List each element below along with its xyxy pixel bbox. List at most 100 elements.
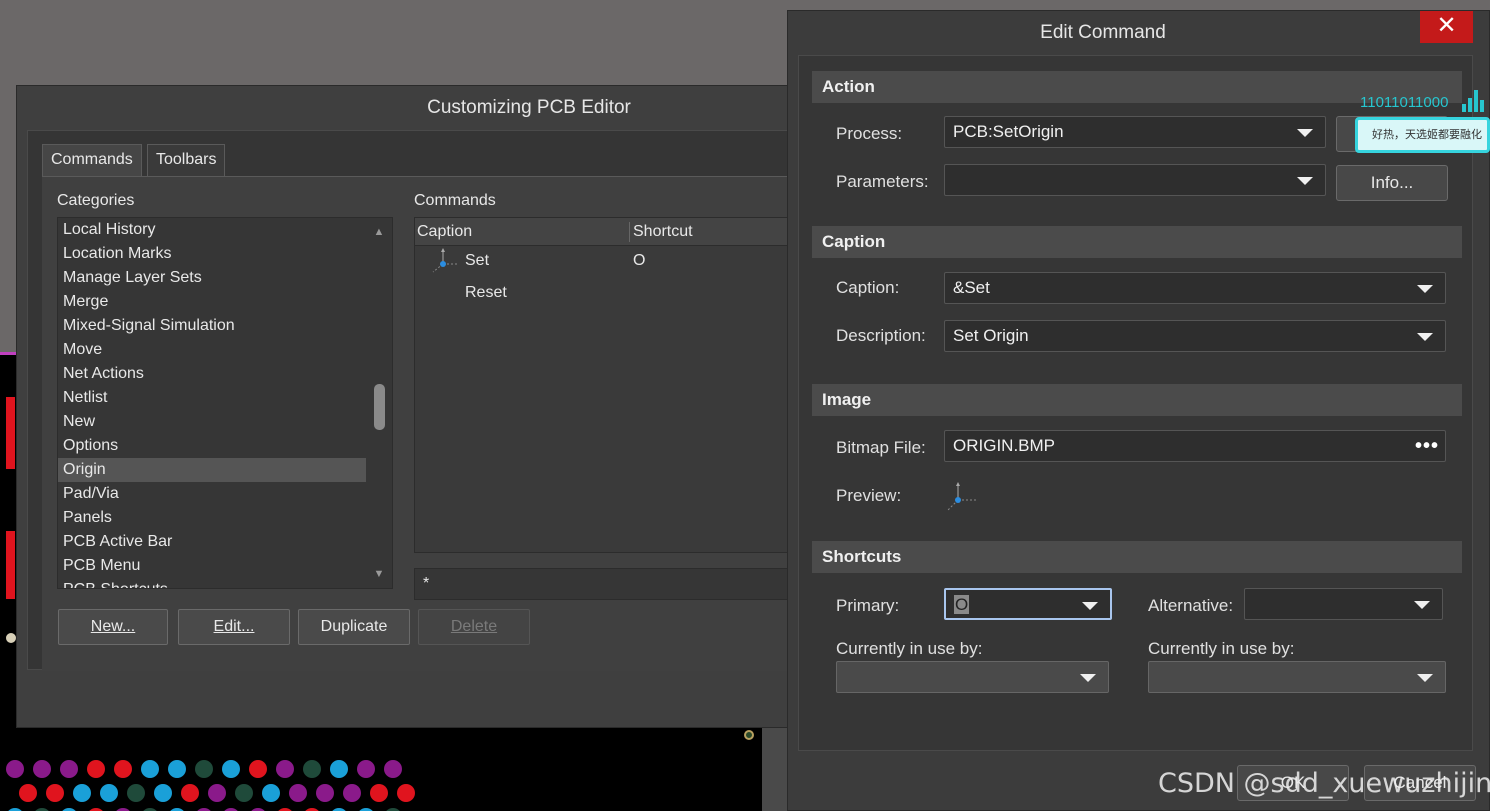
pcb-pad: [316, 784, 334, 802]
new-button[interactable]: New...: [58, 609, 168, 645]
table-header: Caption Shortcut: [415, 218, 790, 246]
pcb-pad: [181, 784, 199, 802]
category-item[interactable]: Mixed-Signal Simulation: [58, 314, 368, 338]
category-item[interactable]: PCB Active Bar: [58, 530, 368, 554]
parameters-label: Parameters:: [836, 172, 929, 191]
parameters-combo[interactable]: [944, 164, 1326, 196]
pcb-pad: [6, 760, 24, 778]
browse-icon[interactable]: •••: [1415, 431, 1439, 461]
category-item[interactable]: Netlist: [58, 386, 368, 410]
in-use-label-alternative: Currently in use by:: [1148, 639, 1295, 658]
category-item[interactable]: Net Actions: [58, 362, 368, 386]
scroll-thumb[interactable]: [374, 384, 385, 430]
in-use-primary-combo[interactable]: [836, 661, 1109, 693]
category-item[interactable]: Location Marks: [58, 242, 368, 266]
close-icon: ✕: [1436, 12, 1457, 39]
chevron-down-icon: [1414, 601, 1430, 609]
dialog-title: Edit Command: [1040, 22, 1166, 43]
pcb-pad: [114, 760, 132, 778]
pcb-pad: [357, 760, 375, 778]
pcb-pad: [249, 760, 267, 778]
dialog-content: Commands Toolbars Categories Commands PC…: [27, 130, 790, 671]
delete-button[interactable]: Delete: [418, 609, 530, 645]
column-shortcut[interactable]: Shortcut: [633, 218, 693, 246]
shortcuts-header: Shortcuts: [812, 541, 1462, 573]
pcb-pad: [397, 784, 415, 802]
pcb-pad: [154, 784, 172, 802]
description-value: Set Origin: [953, 326, 1029, 345]
category-item[interactable]: Manage Layer Sets: [58, 266, 368, 290]
pcb-pad: [370, 784, 388, 802]
category-item[interactable]: Options: [58, 434, 368, 458]
in-use-alternative-combo[interactable]: [1148, 661, 1446, 693]
table-row[interactable]: Set O: [415, 246, 790, 276]
pcb-pad: [127, 784, 145, 802]
tab-commands[interactable]: Commands: [42, 144, 142, 176]
pcb-pad: [222, 760, 240, 778]
pcb-pad: [208, 784, 226, 802]
bitmap-file-input[interactable]: ORIGIN.BMP •••: [944, 430, 1446, 462]
commands-filter-input[interactable]: *: [414, 568, 790, 600]
category-item[interactable]: Move: [58, 338, 368, 362]
pcb-canvas-right-strip: [744, 728, 788, 811]
table-row[interactable]: Reset: [415, 278, 790, 308]
primary-shortcut-combo[interactable]: O: [944, 588, 1112, 620]
category-item[interactable]: Pad/Via: [58, 482, 368, 506]
pcb-pad: [141, 760, 159, 778]
categories-label: Categories: [57, 192, 135, 209]
command-shortcut: O: [633, 252, 646, 269]
info-button[interactable]: Info...: [1336, 165, 1448, 201]
pcb-pad: [330, 760, 348, 778]
close-button[interactable]: ✕: [1420, 11, 1473, 43]
scroll-up-icon[interactable]: ▲: [366, 222, 392, 242]
process-label: Process:: [836, 124, 903, 143]
pcb-pad: [303, 760, 321, 778]
pcb-pad: [276, 760, 294, 778]
caption-combo[interactable]: &Set: [944, 272, 1446, 304]
tab-toolbars[interactable]: Toolbars: [147, 144, 226, 176]
category-item[interactable]: Merge: [58, 290, 368, 314]
chevron-down-icon: [1297, 129, 1313, 137]
image-header: Image: [812, 384, 1462, 416]
chevron-down-icon: [1417, 333, 1433, 341]
duplicate-button[interactable]: Duplicate: [298, 609, 410, 645]
category-item[interactable]: PCB Menu: [58, 554, 368, 578]
chevron-down-icon: [1080, 674, 1096, 682]
edit-command-body: Action Process: PCB:SetOrigin Parameters…: [798, 55, 1473, 751]
preview-label: Preview:: [836, 486, 902, 505]
category-item[interactable]: PCB Shortcuts: [58, 578, 368, 588]
column-caption[interactable]: Caption: [417, 218, 472, 246]
commands-panel: Categories Commands PCB ShortcutsPCB Men…: [42, 176, 790, 671]
pcb-pad: [343, 784, 361, 802]
primary-label: Primary:: [836, 596, 900, 615]
floating-widget[interactable]: 好热，天选姬都要融化了: [1355, 117, 1490, 153]
category-item[interactable]: Panels: [58, 506, 368, 530]
watermark: CSDN @sdd_xuewuzhijing: [1158, 768, 1490, 799]
edit-button[interactable]: Edit...: [178, 609, 290, 645]
pcb-pad: [289, 784, 307, 802]
description-label: Description:: [836, 326, 926, 345]
command-caption: Reset: [465, 284, 507, 301]
origin-icon: [432, 248, 457, 273]
category-item[interactable]: Origin: [58, 458, 368, 482]
origin-preview-icon: [947, 482, 976, 511]
process-combo[interactable]: PCB:SetOrigin: [944, 116, 1326, 148]
chevron-down-icon: [1082, 602, 1098, 610]
category-item[interactable]: New: [58, 410, 368, 434]
categories-list[interactable]: PCB ShortcutsPCB MenuPCB Active BarPanel…: [57, 217, 393, 589]
in-use-label-primary: Currently in use by:: [836, 639, 983, 658]
pcb-pad: [33, 760, 51, 778]
scroll-down-icon[interactable]: ▼: [366, 564, 392, 584]
caption-label: Caption:: [836, 278, 900, 297]
alternative-shortcut-combo[interactable]: [1244, 588, 1443, 620]
pcb-pad: [19, 784, 37, 802]
chevron-down-icon: [1417, 285, 1433, 293]
chevron-down-icon: [1297, 177, 1313, 185]
description-combo[interactable]: Set Origin: [944, 320, 1446, 352]
pcb-pad: [60, 760, 78, 778]
commands-table: Caption Shortcut Set O Reset: [414, 217, 790, 553]
pcb-pad: [87, 760, 105, 778]
categories-scrollbar[interactable]: ▲ ▼: [366, 218, 392, 588]
pcb-pad: [73, 784, 91, 802]
category-item[interactable]: Local History: [58, 218, 368, 242]
